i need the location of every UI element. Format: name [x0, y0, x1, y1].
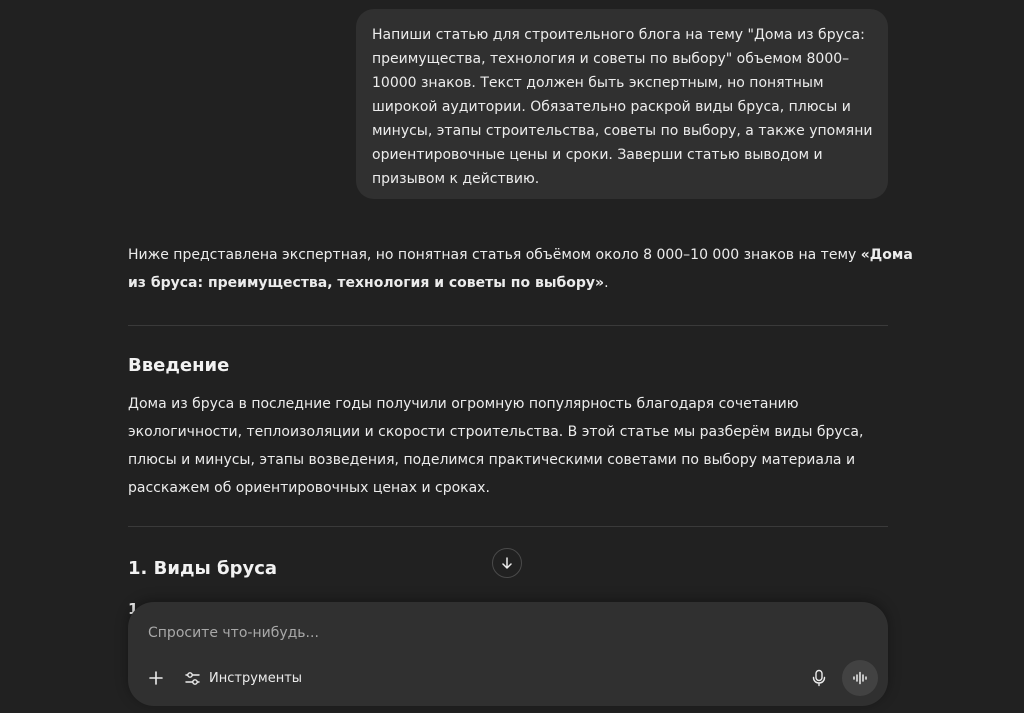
scroll-down-button[interactable] — [492, 548, 522, 578]
arrow-down-icon — [502, 557, 512, 569]
add-attachment-button[interactable] — [144, 666, 168, 690]
intro-text: Ниже представлена экспертная, но понятна… — [128, 247, 861, 263]
microphone-icon — [812, 669, 826, 687]
user-message-line: ориентировочные цены и сроки. Заверши ст… — [372, 147, 823, 163]
plus-icon — [149, 671, 163, 685]
tools-button-label: Инструменты — [209, 670, 303, 686]
tools-button[interactable]: Инструменты — [180, 664, 306, 692]
user-message-line: 10000 знаков. Текст должен быть экспертн… — [372, 75, 824, 91]
sliders-icon — [185, 671, 200, 685]
section-divider — [128, 325, 888, 326]
user-message-line: призывом к действию. — [372, 171, 540, 187]
message-composer: Инструменты — [128, 602, 888, 706]
user-message-line: Напиши статью для строительного блога на… — [372, 27, 865, 43]
section-heading-types: 1. Виды бруса — [128, 558, 278, 579]
paragraph-line: плюсы и минусы, этапы возведения, подели… — [128, 452, 856, 468]
user-message-bubble: Напиши статью для строительного блога на… — [356, 9, 888, 199]
chat-page: Напиши статью для строительного блога на… — [0, 0, 1024, 713]
user-message-line: минусы, этапы строительства, советы по в… — [372, 123, 873, 139]
assistant-intro: Ниже представлена экспертная, но понятна… — [128, 241, 913, 297]
paragraph-line: Дома из бруса в последние годы получили … — [128, 396, 799, 412]
paragraph-line: расскажем об ориентировочных ценах и сро… — [128, 480, 490, 496]
section-divider — [128, 526, 888, 527]
section-heading-intro: Введение — [128, 355, 230, 376]
intro-bold-title: «Дома — [860, 247, 913, 263]
voice-mode-button[interactable] — [842, 660, 878, 696]
user-message-line: широкой аудитории. Обязательно раскрой в… — [372, 99, 851, 115]
waveform-icon — [853, 671, 867, 685]
section-intro-paragraph: Дома из бруса в последние годы получили … — [128, 390, 888, 502]
paragraph-line: экологичности, теплоизоляции и скорости … — [128, 424, 864, 440]
assistant-intro-line: из бруса: преимущества, технология и сов… — [128, 269, 888, 297]
user-message-line: преимущества, технология и советы по выб… — [372, 51, 850, 67]
intro-bold-title: из бруса: преимущества, технология и сов… — [128, 275, 605, 291]
dictate-button[interactable] — [806, 665, 832, 691]
intro-text: . — [604, 275, 609, 291]
prompt-input[interactable] — [148, 622, 748, 644]
assistant-intro-line: Ниже представлена экспертная, но понятна… — [128, 241, 913, 269]
